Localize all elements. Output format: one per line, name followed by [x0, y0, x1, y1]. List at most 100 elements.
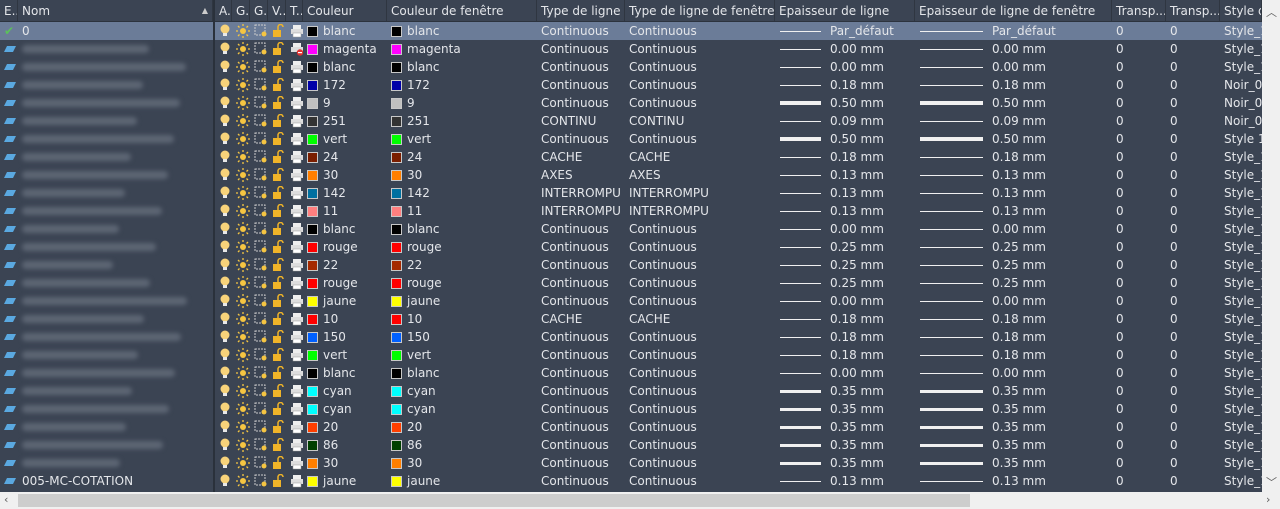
status-cell[interactable]	[0, 40, 18, 58]
vp-freeze-cell[interactable]	[250, 256, 268, 274]
vp-linetype-cell[interactable]: AXES	[625, 166, 775, 184]
vp-linetype-cell[interactable]: Continuous	[625, 400, 775, 418]
plot-style-cell[interactable]: Style_1	[1220, 220, 1262, 238]
vp-freeze-icon[interactable]	[254, 366, 268, 380]
freeze-sun-icon[interactable]	[236, 204, 250, 218]
freeze-sun-icon[interactable]	[236, 420, 250, 434]
on-cell[interactable]	[215, 436, 232, 454]
printer-icon[interactable]	[290, 438, 303, 452]
vp-color-cell[interactable]: cyan	[387, 400, 537, 418]
transparency-cell[interactable]: 0	[1112, 346, 1166, 364]
name-cell[interactable]	[18, 382, 213, 400]
lineweight-cell[interactable]: 0.18 mm	[775, 148, 915, 166]
on-cell[interactable]	[215, 400, 232, 418]
name-cell[interactable]	[18, 112, 213, 130]
unlocked-padlock-icon[interactable]	[272, 438, 284, 452]
color-cell[interactable]: blanc	[303, 220, 387, 238]
unlocked-padlock-icon[interactable]	[272, 258, 284, 272]
printer-icon[interactable]	[290, 114, 303, 128]
on-cell[interactable]	[215, 238, 232, 256]
linetype-cell[interactable]: CACHE	[537, 310, 625, 328]
vp-transparency-cell[interactable]: 0	[1166, 130, 1220, 148]
linetype-cell[interactable]: AXES	[537, 166, 625, 184]
unlocked-padlock-icon[interactable]	[272, 366, 284, 380]
printer-icon[interactable]	[290, 330, 303, 344]
freeze-sun-icon[interactable]	[236, 42, 250, 56]
plot-style-cell[interactable]: Style_1	[1220, 202, 1262, 220]
plot-style-cell[interactable]: Style_1	[1220, 364, 1262, 382]
vp-lineweight-cell[interactable]: 0.18 mm	[915, 328, 1112, 346]
lock-cell[interactable]	[268, 94, 286, 112]
color-cell[interactable]: magenta	[303, 40, 387, 58]
linetype-cell[interactable]: Continuous	[537, 436, 625, 454]
vp-transparency-cell[interactable]: 0	[1166, 364, 1220, 382]
vp-lineweight-cell[interactable]: 0.00 mm	[915, 58, 1112, 76]
unlocked-padlock-icon[interactable]	[272, 384, 284, 398]
vp-lineweight-cell[interactable]: 0.25 mm	[915, 238, 1112, 256]
vp-lineweight-cell[interactable]: 0.00 mm	[915, 220, 1112, 238]
on-off-bulb-icon[interactable]	[219, 294, 231, 308]
freeze-sun-icon[interactable]	[236, 294, 250, 308]
status-cell[interactable]	[0, 454, 18, 472]
linetype-cell[interactable]: Continuous	[537, 256, 625, 274]
on-off-bulb-icon[interactable]	[219, 348, 231, 362]
vp-freeze-cell[interactable]	[250, 310, 268, 328]
vp-lineweight-cell[interactable]: 0.00 mm	[915, 40, 1112, 58]
plot-cell[interactable]	[286, 472, 303, 490]
name-cell[interactable]	[18, 40, 213, 58]
freeze-cell[interactable]	[232, 220, 250, 238]
transparency-cell[interactable]: 0	[1112, 166, 1166, 184]
vp-freeze-icon[interactable]	[254, 348, 268, 362]
plot-cell[interactable]	[286, 238, 303, 256]
freeze-sun-icon[interactable]	[236, 24, 250, 38]
plot-cell[interactable]	[286, 274, 303, 292]
vp-color-cell[interactable]: 22	[387, 256, 537, 274]
color-cell[interactable]: 20	[303, 418, 387, 436]
vp-color-cell[interactable]: 86	[387, 436, 537, 454]
vp-freeze-cell[interactable]	[250, 58, 268, 76]
plot-cell[interactable]	[286, 130, 303, 148]
linetype-cell[interactable]: Continuous	[537, 364, 625, 382]
vp-color-cell[interactable]: jaune	[387, 472, 537, 490]
vp-freeze-cell[interactable]	[250, 454, 268, 472]
printer-icon[interactable]	[290, 222, 303, 236]
vp-linetype-cell[interactable]: Continuous	[625, 256, 775, 274]
vp-linetype-cell[interactable]: Continuous	[625, 130, 775, 148]
freeze-sun-icon[interactable]	[236, 474, 250, 488]
linetype-cell[interactable]: Continuous	[537, 76, 625, 94]
freeze-cell[interactable]	[232, 148, 250, 166]
lineweight-cell[interactable]: 0.25 mm	[775, 256, 915, 274]
color-cell[interactable]: 86	[303, 436, 387, 454]
vp-color-cell[interactable]: 30	[387, 454, 537, 472]
vp-transparency-cell[interactable]: 0	[1166, 148, 1220, 166]
layer-row[interactable]: 30 30 AXES AXES 0.13 mm 0.13 mm 0 0 Style_1	[0, 166, 1262, 184]
linetype-cell[interactable]: Continuous	[537, 328, 625, 346]
column-header-plot-style[interactable]: Style d...	[1220, 0, 1262, 21]
layer-row[interactable]: 30 30 Continuous Continuous 0.35 mm 0.35 mm 0 0…	[0, 454, 1262, 472]
on-cell[interactable]	[215, 148, 232, 166]
linetype-cell[interactable]: Continuous	[537, 94, 625, 112]
status-cell[interactable]	[0, 310, 18, 328]
linetype-cell[interactable]: Continuous	[537, 346, 625, 364]
vp-color-cell[interactable]: 30	[387, 166, 537, 184]
unlocked-padlock-icon[interactable]	[272, 186, 284, 200]
freeze-cell[interactable]	[232, 22, 250, 40]
vp-linetype-cell[interactable]: Continuous	[625, 382, 775, 400]
lineweight-cell[interactable]: 0.09 mm	[775, 112, 915, 130]
vp-linetype-cell[interactable]: CACHE	[625, 148, 775, 166]
plot-style-cell[interactable]: Style_1	[1220, 472, 1262, 490]
lock-cell[interactable]	[268, 148, 286, 166]
unlocked-padlock-icon[interactable]	[272, 222, 284, 236]
vp-freeze-icon[interactable]	[254, 222, 268, 236]
layer-row[interactable]: blanc blanc Continuous Continuous 0.00 mm 0.0…	[0, 58, 1262, 76]
vp-freeze-cell[interactable]	[250, 418, 268, 436]
on-off-bulb-icon[interactable]	[219, 186, 231, 200]
freeze-sun-icon[interactable]	[236, 384, 250, 398]
transparency-cell[interactable]: 0	[1112, 382, 1166, 400]
status-cell[interactable]	[0, 166, 18, 184]
transparency-cell[interactable]: 0	[1112, 472, 1166, 490]
plot-style-cell[interactable]: Style 1	[1220, 130, 1262, 148]
vp-color-cell[interactable]: magenta	[387, 40, 537, 58]
scroll-up-icon[interactable]: ︿	[1266, 4, 1277, 20]
on-off-bulb-icon[interactable]	[219, 114, 231, 128]
